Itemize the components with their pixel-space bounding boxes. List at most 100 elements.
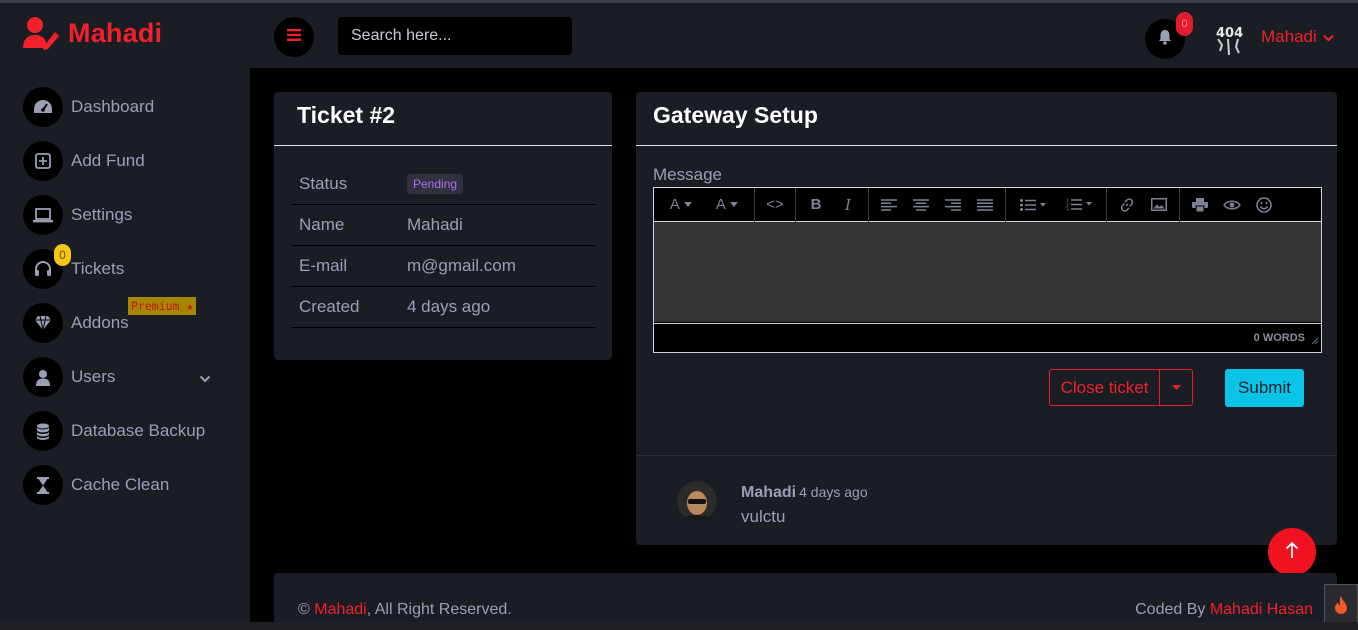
sidebar-item-settings[interactable]: Settings — [23, 195, 132, 235]
coded-by-label: Coded By — [1135, 601, 1206, 618]
misc-group — [1180, 188, 1284, 222]
hamburger-icon — [287, 28, 301, 46]
sidebar-item-database-backup[interactable]: Database Backup — [23, 411, 205, 451]
laptop-icon — [23, 195, 63, 235]
sidebar-item-label: Users — [71, 367, 116, 386]
font-color-dropdown[interactable]: A — [704, 188, 750, 222]
database-icon — [23, 411, 63, 451]
ticket-row-email: E-mail m@gmail.com — [291, 246, 595, 287]
sidebar-item-label: Settings — [71, 205, 133, 224]
footer-brand-link[interactable]: Mahadi — [314, 601, 366, 618]
reply-meta: Mahadi 4 days ago — [741, 484, 868, 502]
gateway-setup-card: Gateway Setup Message A A <> B I 1 2 3 0… — [636, 92, 1337, 545]
word-count: 0 WORDS — [1253, 332, 1305, 344]
submit-button[interactable]: Submit — [1225, 369, 1304, 407]
ticket-row-name: Name Mahadi — [291, 205, 595, 246]
sidebar-item-add-fund[interactable]: Add Fund — [23, 141, 145, 181]
sidebar-item-dashboard[interactable]: Dashboard — [23, 87, 154, 127]
ticket-row-created: Created 4 days ago — [291, 287, 595, 328]
close-ticket-button-group: Close ticket — [1049, 369, 1193, 406]
close-ticket-button[interactable]: Close ticket — [1050, 370, 1160, 405]
arrow-up-icon — [1285, 541, 1299, 564]
gem-icon — [23, 303, 63, 343]
card-divider — [636, 145, 1337, 146]
row-key: E-mail — [299, 256, 348, 275]
row-key: Name — [299, 215, 345, 234]
print-icon[interactable] — [1184, 188, 1216, 222]
user-menu[interactable]: Mahadi — [1261, 27, 1334, 47]
bold-icon[interactable]: B — [800, 188, 832, 222]
reply-time: 4 days ago — [799, 484, 868, 500]
row-value: m@gmail.com — [407, 256, 516, 275]
brand[interactable]: Mahadi — [22, 16, 162, 50]
align-left-icon[interactable] — [873, 188, 905, 222]
chevron-down-icon — [1322, 27, 1334, 47]
os-taskbar — [0, 622, 1358, 630]
premium-badge: Premium ★ — [128, 297, 197, 315]
resize-handle-icon[interactable] — [1311, 332, 1319, 350]
reply-author-name: Mahadi — [741, 484, 797, 501]
copyright-text: © Mahadi, All Right Reserved. — [298, 601, 512, 619]
reply-message: vulctu — [741, 507, 786, 526]
author-link[interactable]: Mahadi Hasan — [1210, 601, 1313, 618]
sidebar: Dashboard Add Fund Settings 0 Tickets Ad… — [0, 68, 250, 630]
row-key: Status — [299, 174, 348, 193]
flame-icon — [1333, 595, 1349, 620]
row-value: 4 days ago — [407, 297, 491, 316]
sidebar-item-cache-clean[interactable]: Cache Clean — [23, 465, 169, 505]
align-right-icon[interactable] — [937, 188, 969, 222]
code-group: <> — [755, 187, 796, 222]
copyright-symbol: © — [298, 601, 310, 618]
italic-icon[interactable]: I — [832, 188, 864, 222]
bullet-list-icon[interactable] — [1010, 188, 1056, 222]
dashboard-icon — [23, 87, 63, 127]
preview-eye-icon[interactable] — [1216, 188, 1248, 222]
user-edit-icon — [22, 16, 60, 50]
sidebar-item-tickets[interactable]: 0 Tickets — [23, 244, 125, 289]
message-textarea[interactable] — [654, 222, 1321, 322]
ticket-info-card: Ticket #2 Status Pending Name Mahadi E-m… — [274, 92, 612, 360]
message-editor: A A <> B I 123 0 WORDS — [653, 187, 1322, 353]
sidebar-item-label: Database Backup — [71, 421, 206, 440]
coded-by-text: Coded By Mahadi Hasan — [1135, 601, 1313, 619]
link-icon[interactable] — [1111, 188, 1143, 222]
close-ticket-dropdown-toggle[interactable] — [1160, 370, 1192, 405]
svg-text:3: 3 — [1066, 207, 1069, 211]
rights-text: , All Right Reserved. — [366, 601, 512, 618]
emoji-icon[interactable] — [1248, 188, 1280, 222]
row-value: Mahadi — [407, 215, 463, 234]
row-key: Created — [299, 297, 360, 316]
font-group: A A — [654, 187, 755, 222]
search-input[interactable] — [338, 17, 572, 55]
list-group: 123 — [1006, 187, 1107, 222]
menu-toggle-button[interactable] — [274, 17, 314, 57]
svg-text:404: 404 — [1216, 26, 1243, 41]
gateway-title: Gateway Setup — [653, 102, 818, 128]
sidebar-item-label: Addons — [71, 313, 129, 332]
sidebar-item-label: Dashboard — [71, 97, 155, 116]
editor-toolbar: A A <> B I 123 — [654, 187, 1321, 222]
user-avatar[interactable]: 404 — [1214, 19, 1244, 57]
sidebar-item-addons[interactable]: Addons Premium ★ — [23, 297, 197, 343]
top-header: Mahadi 0 404 Mahadi — [0, 3, 1358, 68]
font-style-dropdown[interactable]: A — [658, 188, 704, 222]
editor-status-bar: 0 WORDS — [654, 323, 1321, 352]
image-icon[interactable] — [1143, 188, 1175, 222]
chevron-down-icon — [199, 370, 211, 388]
notification-count-badge: 0 — [1176, 12, 1193, 36]
reply-avatar — [677, 481, 717, 521]
tickets-count-badge: 0 — [54, 244, 71, 266]
numbered-list-icon[interactable]: 123 — [1056, 188, 1102, 222]
align-group — [869, 187, 1006, 222]
sidebar-item-users[interactable]: Users — [23, 357, 223, 397]
brand-name: Mahadi — [68, 17, 163, 48]
user-name: Mahadi — [1261, 27, 1317, 46]
align-justify-icon[interactable] — [969, 188, 1001, 222]
sidebar-item-label: Tickets — [71, 259, 125, 278]
sidebar-item-label: Cache Clean — [71, 475, 170, 494]
align-center-icon[interactable] — [905, 188, 937, 222]
scroll-to-top-button[interactable] — [1268, 528, 1316, 576]
reply-divider — [636, 455, 1337, 456]
code-view-icon[interactable]: <> — [759, 188, 791, 222]
ticket-title: Ticket #2 — [297, 102, 396, 128]
